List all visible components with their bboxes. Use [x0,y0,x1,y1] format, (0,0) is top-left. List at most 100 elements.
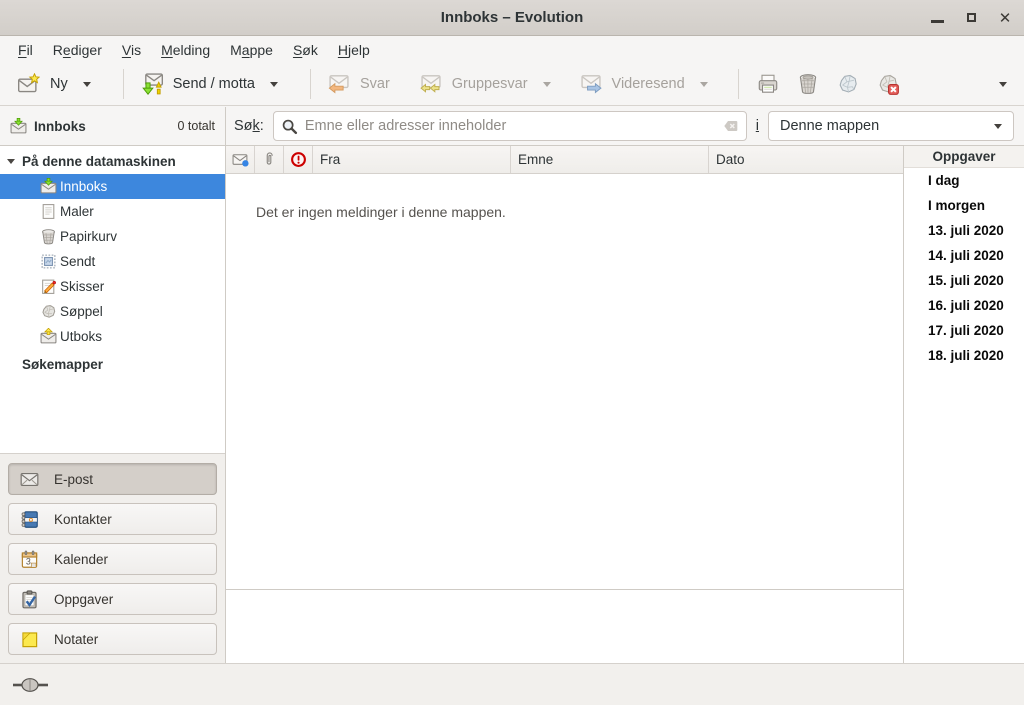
new-message-dropdown[interactable] [76,77,98,92]
sidebar-item-innboks[interactable]: Innboks [0,174,225,199]
search-icon [281,118,298,135]
column-from[interactable]: Fra [313,146,511,173]
switcher-tasks-button[interactable]: Oppgaver [8,583,217,615]
folder-sidebar: På denne datamaskinen Innboks Maler [0,146,226,663]
sidebar-item-label: Utboks [60,329,102,344]
not-junk-button[interactable] [868,67,908,101]
drafts-icon [40,278,57,295]
svg-text:3: 3 [26,556,31,566]
send-receive-button[interactable]: Send / motta [133,68,263,100]
task-pane: Oppgaver I dag I morgen 13. juli 2020 14… [903,146,1024,663]
clear-search-icon[interactable] [723,118,739,134]
junk-button[interactable] [828,67,868,101]
maximize-button[interactable] [958,0,984,35]
search-folders-label: Søkemapper [22,357,103,372]
send-receive-label: Send / motta [173,76,255,92]
view-switcher: E-post Kontakter 3 Kalender [0,453,225,663]
sidebar-item-maler[interactable]: Maler [0,199,225,224]
switcher-mail-button[interactable]: E-post [8,463,217,495]
switcher-memos-button[interactable]: Notater [8,623,217,655]
folder-tree: På denne datamaskinen Innboks Maler [0,146,225,453]
tree-root-search-folders[interactable]: Søkemapper [0,352,225,377]
message-list: Fra Emne Dato Det er ingen meldinger i d… [226,146,903,663]
delete-button[interactable] [788,67,828,101]
menu-fil[interactable]: Fil [8,39,43,61]
task-item-today[interactable]: I dag [904,168,1024,193]
toolbar-separator [310,69,311,99]
search-label: Søk: [234,118,264,134]
group-reply-button[interactable]: Gruppesvar [412,68,536,100]
column-subject[interactable]: Emne [511,146,709,173]
sidebar-item-label: Sendt [60,254,95,269]
task-item-date[interactable]: 13. juli 2020 [904,218,1024,243]
chevron-down-icon [543,82,551,87]
search-scope-value: Denne mappen [780,118,879,134]
sidebar-item-label: Skisser [60,279,104,294]
menu-vis[interactable]: Vis [112,39,151,61]
reply-label: Svar [360,76,390,92]
search-entry[interactable] [273,111,747,141]
task-item-date[interactable]: 15. juli 2020 [904,268,1024,293]
column-attachment[interactable] [255,146,284,173]
toolbar: Ny Send / motta Svar Gruppesvar [0,63,1024,106]
column-priority[interactable] [284,146,313,173]
task-item-date[interactable]: 16. juli 2020 [904,293,1024,318]
reply-icon [328,73,350,95]
search-input[interactable] [305,118,716,134]
new-message-button[interactable]: Ny [10,68,76,100]
search-scope-select[interactable]: Denne mappen [768,111,1014,141]
forward-button[interactable]: Videresend [572,68,693,100]
group-reply-dropdown[interactable] [536,77,558,92]
trash-icon [40,228,57,245]
switcher-calendar-button[interactable]: 3 Kalender [8,543,217,575]
message-count: 0 totalt [177,119,215,133]
menu-sok[interactable]: Søk [283,39,328,61]
inbox-icon [40,178,57,195]
message-list-body[interactable]: Det er ingen meldinger i denne mappen. [226,174,903,590]
preview-pane [226,590,903,663]
chevron-down-icon [700,82,708,87]
status-bar [0,663,1024,705]
tree-root-label: På denne datamaskinen [22,154,176,169]
menu-hjelp[interactable]: Hjelp [328,39,380,61]
sidebar-item-soppel[interactable]: Søppel [0,299,225,324]
column-status[interactable] [226,146,255,173]
send-receive-dropdown[interactable] [263,77,285,92]
trash-icon [796,72,820,96]
sent-icon [40,253,57,270]
mail-icon [20,470,39,489]
switcher-label: Oppgaver [54,592,113,607]
switcher-contacts-button[interactable]: Kontakter [8,503,217,535]
group-reply-label: Gruppesvar [452,76,528,92]
minimize-icon [931,20,944,23]
task-item-tomorrow[interactable]: I morgen [904,193,1024,218]
sidebar-item-sendt[interactable]: Sendt [0,249,225,274]
sidebar-item-label: Papirkurv [60,229,117,244]
column-date[interactable]: Dato [709,146,903,173]
task-item-date[interactable]: 17. juli 2020 [904,318,1024,343]
switcher-label: E-post [54,472,93,487]
minimize-button[interactable] [924,0,950,35]
window-title: Innboks – Evolution [0,0,1024,35]
reply-button[interactable]: Svar [320,68,398,100]
task-item-date[interactable]: 18. juli 2020 [904,343,1024,368]
titlebar: Innboks – Evolution ✕ [0,0,1024,36]
menu-rediger[interactable]: Rediger [43,39,112,61]
switcher-label: Kontakter [54,512,112,527]
sidebar-item-skisser[interactable]: Skisser [0,274,225,299]
sidebar-item-utboks[interactable]: Utboks [0,324,225,349]
menu-melding[interactable]: Melding [151,39,220,61]
print-button[interactable] [748,67,788,101]
tree-root-on-this-computer[interactable]: På denne datamaskinen [0,149,225,174]
sidebar-item-papirkurv[interactable]: Papirkurv [0,224,225,249]
close-button[interactable]: ✕ [992,0,1018,35]
forward-dropdown[interactable] [693,77,715,92]
empty-folder-text: Det er ingen meldinger i denne mappen. [256,204,506,220]
menu-mappe[interactable]: Mappe [220,39,283,61]
sidebar-item-label: Innboks [60,179,107,194]
expander-icon[interactable] [7,159,15,164]
chevron-down-icon [999,82,1007,87]
online-status-icon[interactable] [13,677,49,693]
toolbar-overflow-dropdown[interactable] [992,77,1014,92]
task-item-date[interactable]: 14. juli 2020 [904,243,1024,268]
